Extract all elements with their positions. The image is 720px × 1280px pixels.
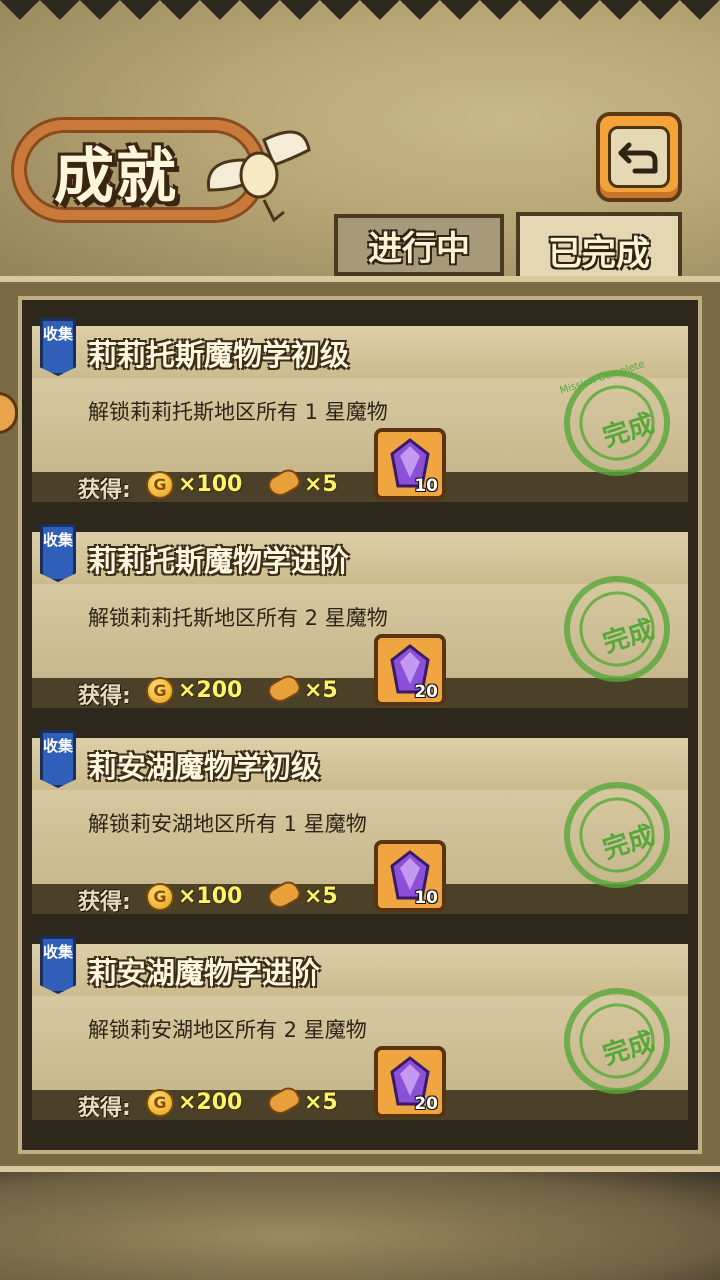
achievement-description: 解锁莉莉托斯地区所有 1 星魔物 <box>88 400 388 424</box>
gem-reward[interactable]: 20 <box>374 1046 446 1118</box>
gem-reward[interactable]: 10 <box>374 428 446 500</box>
bread-reward: ×5 <box>304 884 338 909</box>
achievement-title: 莉莉托斯魔物学初级 <box>88 338 350 372</box>
tab-in-progress[interactable]: 进行中 <box>334 214 504 276</box>
coin-reward: ×200 <box>178 1090 243 1115</box>
gold-coin-icon: G <box>146 883 174 911</box>
achievement-description: 解锁莉安湖地区所有 2 星魔物 <box>88 1018 367 1042</box>
coin-reward: ×200 <box>178 678 243 703</box>
achievement-card: 收集 莉莉托斯魔物学进阶 解锁莉莉托斯地区所有 2 星魔物 获得: G ×200… <box>32 524 688 714</box>
back-button[interactable] <box>596 112 682 202</box>
collect-badge: 收集 <box>40 730 76 788</box>
gold-coin-icon: G <box>146 1089 174 1117</box>
coin-reward: ×100 <box>178 472 243 497</box>
title-banner: 成就 <box>14 110 314 240</box>
page-title: 成就 <box>54 142 178 212</box>
bread-reward: ×5 <box>304 472 338 497</box>
achievement-card: 收集 莉莉托斯魔物学初级 解锁莉莉托斯地区所有 1 星魔物 获得: G ×100… <box>32 318 688 508</box>
reward-label: 获得: <box>78 890 131 915</box>
gem-count: 20 <box>414 682 438 702</box>
gold-coin-icon: G <box>146 677 174 705</box>
gem-count: 20 <box>414 1094 438 1114</box>
top-border <box>0 0 720 40</box>
winged-egg-icon <box>206 130 311 223</box>
collect-badge: 收集 <box>40 318 76 376</box>
reward-label: 获得: <box>78 1096 131 1121</box>
achievement-card: 收集 莉安湖魔物学进阶 解锁莉安湖地区所有 2 星魔物 获得: G ×200 ×… <box>32 936 688 1126</box>
achievement-title: 莉安湖魔物学进阶 <box>88 956 321 990</box>
achievement-title: 莉莉托斯魔物学进阶 <box>88 544 350 578</box>
achievement-card: 收集 莉安湖魔物学初级 解锁莉安湖地区所有 1 星魔物 获得: G ×100 ×… <box>32 730 688 920</box>
bottom-map-background <box>0 1170 720 1280</box>
reward-label: 获得: <box>78 684 131 709</box>
gem-count: 10 <box>414 888 438 908</box>
gem-reward[interactable]: 10 <box>374 840 446 912</box>
achievement-title: 莉安湖魔物学初级 <box>88 750 321 784</box>
coin-reward: ×100 <box>178 884 243 909</box>
achievement-description: 解锁莉安湖地区所有 1 星魔物 <box>88 812 367 836</box>
reward-label: 获得: <box>78 478 131 503</box>
collect-badge: 收集 <box>40 936 76 994</box>
collect-badge: 收集 <box>40 524 76 582</box>
back-arrow-icon <box>608 126 670 188</box>
gem-count: 10 <box>414 476 438 496</box>
gold-coin-icon: G <box>146 471 174 499</box>
bread-reward: ×5 <box>304 1090 338 1115</box>
bread-reward: ×5 <box>304 678 338 703</box>
achievement-description: 解锁莉莉托斯地区所有 2 星魔物 <box>88 606 388 630</box>
gem-reward[interactable]: 20 <box>374 634 446 706</box>
